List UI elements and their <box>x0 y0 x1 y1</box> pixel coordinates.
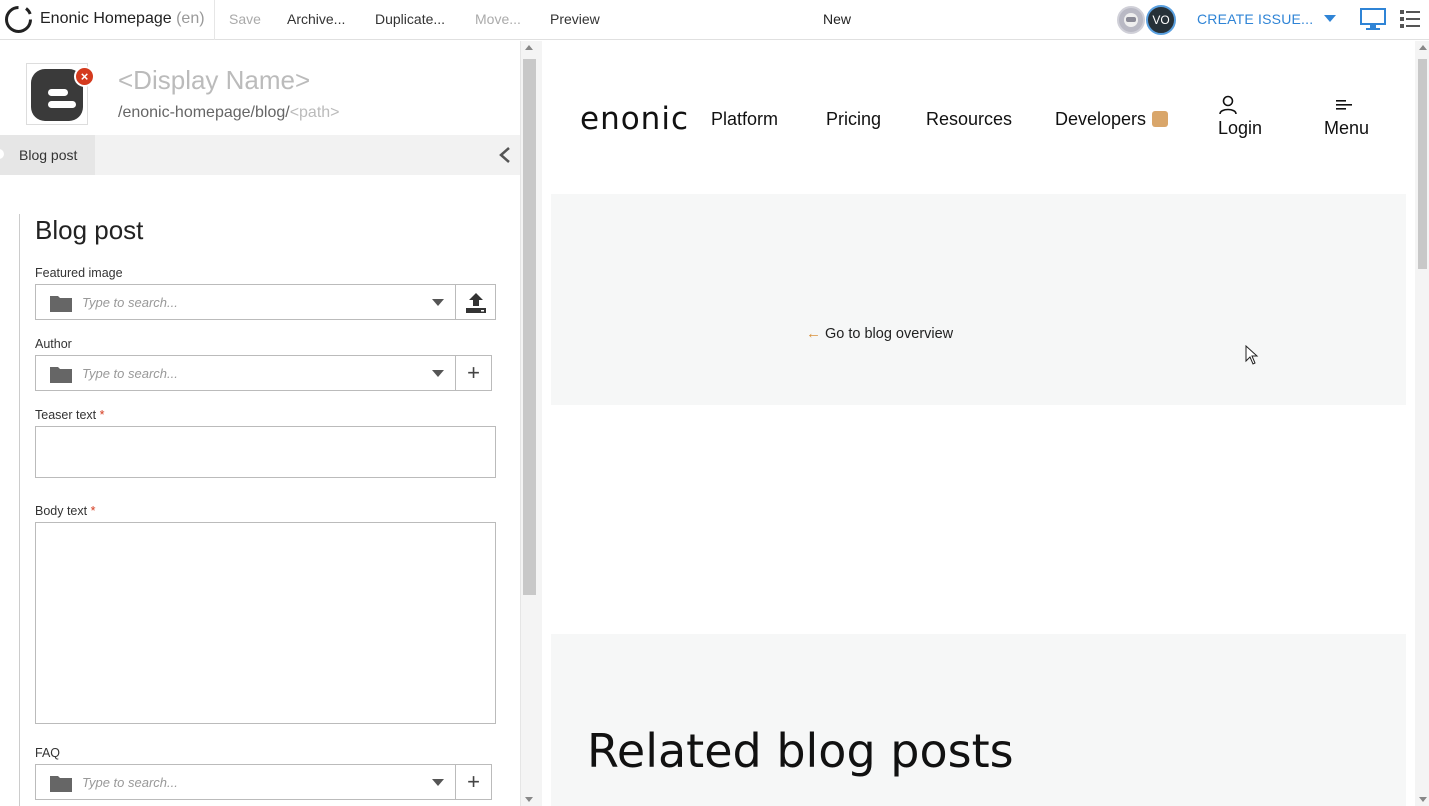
teaser-text-input[interactable] <box>35 426 496 478</box>
create-issue-caret-icon[interactable] <box>1324 15 1336 22</box>
tab-blog-post[interactable]: Blog post <box>0 135 95 175</box>
tab-label: Blog post <box>19 147 78 163</box>
related-posts-title: Related blog posts <box>587 724 1014 778</box>
upload-button[interactable] <box>455 284 496 320</box>
nav-login-label: Login <box>1218 118 1263 138</box>
monitor-icon[interactable] <box>1359 7 1387 31</box>
featured-image-placeholder: Type to search... <box>82 295 178 310</box>
nav-pricing[interactable]: Pricing <box>826 109 881 130</box>
create-issue-button[interactable]: CREATE ISSUE... <box>1197 11 1313 27</box>
app-logo-icon[interactable] <box>4 5 33 34</box>
author-placeholder: Type to search... <box>82 366 178 381</box>
menu-icon <box>1336 100 1352 110</box>
top-toolbar: Enonic Homepage (en) Save Archive... Dup… <box>0 0 1429 40</box>
body-text-label: Body text * <box>35 504 95 518</box>
path-prefix: /enonic-homepage/blog/ <box>118 104 290 121</box>
folder-icon <box>50 296 72 312</box>
user-avatar-icon[interactable] <box>1117 6 1145 34</box>
user-icon <box>1219 95 1237 115</box>
add-faq-button[interactable]: + <box>455 764 492 800</box>
nav-resources[interactable]: Resources <box>926 109 1012 130</box>
scroll-down-icon[interactable] <box>525 797 533 802</box>
plus-icon: + <box>467 769 480 794</box>
back-arrow-icon: ← <box>806 325 821 342</box>
form-indent-line <box>19 214 20 806</box>
duplicate-button[interactable]: Duplicate... <box>375 11 445 27</box>
form-tab-bar: Blog post <box>0 135 520 175</box>
dropdown-caret-icon[interactable] <box>432 299 444 306</box>
teaser-text-label-text: Teaser text <box>35 408 97 422</box>
back-to-blog-link[interactable]: ← Go to blog overview <box>806 325 953 342</box>
folder-icon <box>50 776 72 792</box>
nav-platform[interactable]: Platform <box>711 109 778 130</box>
editor-scrollbar-thumb[interactable] <box>523 59 536 595</box>
teaser-text-label: Teaser text * <box>35 408 105 422</box>
faq-selector[interactable]: Type to search... <box>35 764 456 800</box>
save-button[interactable]: Save <box>229 11 261 27</box>
required-mark: * <box>99 408 105 422</box>
scroll-down-icon[interactable] <box>1419 797 1427 802</box>
content-type-icon[interactable]: × <box>26 63 95 125</box>
back-link-label: Go to blog overview <box>825 326 954 342</box>
upload-icon <box>465 293 486 313</box>
project-title: Enonic Homepage (en) <box>40 10 205 28</box>
scroll-up-icon[interactable] <box>525 45 533 50</box>
archive-button[interactable]: Archive... <box>287 11 345 27</box>
dropdown-caret-icon[interactable] <box>432 370 444 377</box>
project-language: (en) <box>176 10 205 27</box>
mouse-cursor-icon <box>1245 345 1259 365</box>
blog-hero-section: ← Go to blog overview <box>551 194 1406 405</box>
featured-image-label: Featured image <box>35 266 123 280</box>
path-placeholder: <path> <box>289 104 340 121</box>
toolbar-divider <box>214 0 215 40</box>
plus-icon: + <box>467 360 480 385</box>
content-status: New <box>823 11 852 27</box>
form-title: Blog post <box>35 215 144 245</box>
list-icon[interactable] <box>1399 8 1421 30</box>
site-logo[interactable]: enonic <box>580 101 689 137</box>
preview-scrollbar-thumb[interactable] <box>1418 59 1427 269</box>
collapse-left-icon[interactable] <box>497 146 513 164</box>
nav-menu-label: Menu <box>1324 118 1370 138</box>
body-text-label-text: Body text <box>35 504 88 518</box>
folder-icon <box>50 367 72 383</box>
featured-image-selector[interactable]: Type to search... <box>35 284 456 320</box>
move-button[interactable]: Move... <box>475 11 521 27</box>
nav-menu[interactable]: Menu <box>1324 95 1374 139</box>
body-text-editor[interactable] <box>35 522 496 724</box>
project-name: Enonic Homepage <box>40 10 172 27</box>
path-input[interactable]: /enonic-homepage/blog/<path> <box>118 104 340 122</box>
related-posts-section: Related blog posts <box>551 634 1406 806</box>
nav-login[interactable]: Login <box>1218 95 1264 139</box>
glyph-bar <box>48 101 76 108</box>
dropdown-caret-icon[interactable] <box>432 779 444 786</box>
glyph-bar <box>48 89 68 96</box>
content-editor-panel: × <Display Name> /enonic-homepage/blog/<… <box>0 41 520 806</box>
faq-placeholder: Type to search... <box>82 775 178 790</box>
developer-emoji-icon <box>1152 111 1169 127</box>
scroll-up-icon[interactable] <box>1419 45 1427 50</box>
nav-developers-label: Developers <box>1055 109 1147 129</box>
nav-developers[interactable]: Developers <box>1055 109 1169 130</box>
author-label: Author <box>35 337 72 351</box>
remove-badge-icon[interactable]: × <box>74 66 95 87</box>
preview-button[interactable]: Preview <box>550 11 600 27</box>
add-author-button[interactable]: + <box>455 355 492 391</box>
page-preview-panel: enonic Platform Pricing Resources Develo… <box>543 41 1415 806</box>
required-mark: * <box>90 504 96 518</box>
display-name-input[interactable]: <Display Name> <box>118 65 310 96</box>
author-selector[interactable]: Type to search... <box>35 355 456 391</box>
current-user-avatar[interactable]: VO <box>1146 5 1176 35</box>
tab-indicator <box>0 149 4 159</box>
faq-label: FAQ <box>35 746 61 760</box>
